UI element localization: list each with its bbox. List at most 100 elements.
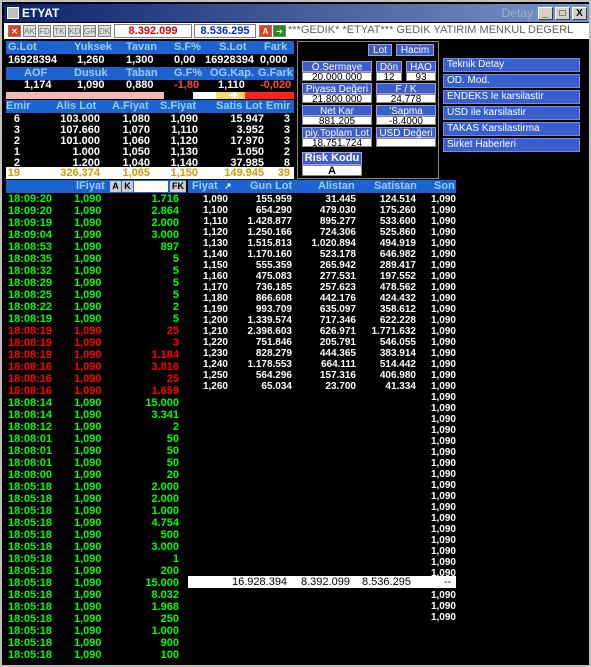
sf-header: S.F% xyxy=(174,41,201,53)
right-menu-item[interactable]: Teknik Detay xyxy=(443,58,580,72)
son-cell: 1,090 xyxy=(430,458,456,469)
dk-button[interactable]: DK xyxy=(98,25,111,37)
window-title: ETYAT xyxy=(22,6,60,20)
depth-row: 1,200 1.339.574 717.346 622.228 1,090 xyxy=(194,315,456,326)
son-cell: 1,090 xyxy=(430,502,456,513)
depth-cell: 1.515.813 xyxy=(247,238,293,249)
trade-qty: 50 xyxy=(166,433,179,445)
son-cell: 1,090 xyxy=(430,535,456,546)
hacim-button[interactable]: Hacim xyxy=(396,44,434,56)
trade-qty: 5 xyxy=(172,277,179,289)
a-toggle[interactable]: A xyxy=(110,181,121,192)
dusuk-header: Dusuk xyxy=(74,67,108,79)
trade-row: 18:05:18 1,090 8.032 xyxy=(8,590,183,601)
kd-button[interactable]: KD xyxy=(68,25,81,37)
toplam-lot-label: piy.Toplam Lot xyxy=(302,127,372,139)
o-sermaye-label: Ö.Sermaye xyxy=(302,61,372,73)
right-menu-item[interactable]: ENDEKS le karsilastir xyxy=(443,90,580,104)
depth-alistan-header[interactable]: Alistan xyxy=(318,180,355,193)
trade-row: 18:08:01 1,090 50 xyxy=(8,446,183,457)
depth-row: 1,090 155.959 31.445 124.514 1,090 xyxy=(194,194,456,205)
depth-fiyat-header[interactable]: Fiyat xyxy=(192,180,218,193)
ak-button[interactable]: AK xyxy=(23,25,36,37)
depth-cell: 626.971 xyxy=(319,326,356,337)
depth-cell: 717.346 xyxy=(319,315,356,326)
usd-degeri-button[interactable]: USD Değeri xyxy=(376,127,436,139)
depth-gunlot-header[interactable]: Gun Lot xyxy=(250,180,292,193)
trade-time: 18:08:01 xyxy=(8,445,53,457)
close-icon[interactable]: ✕ xyxy=(8,25,21,37)
depth-cell: 1,140 xyxy=(202,249,228,260)
dusuk-value: 1,090 xyxy=(77,79,105,91)
k-toggle[interactable]: K xyxy=(122,181,133,192)
depth-cell: 1,170 xyxy=(202,282,228,293)
depth-cell: 564.296 xyxy=(255,370,292,381)
trades-filter-input[interactable] xyxy=(134,181,168,192)
aof-value: 1,174 xyxy=(24,79,52,91)
yuksek-header: Yuksek xyxy=(74,41,112,53)
title-bar[interactable]: ETYAT Detay _ □ X xyxy=(4,4,589,22)
trade-qty: 250 xyxy=(160,613,179,625)
depth-cell: 1,260 xyxy=(202,381,228,392)
trade-qty: 200 xyxy=(160,565,179,577)
fark-header: Fark xyxy=(264,41,288,53)
trade-row: 18:05:18 1,090 100 xyxy=(8,650,183,661)
trade-price: 1,090 xyxy=(74,289,102,301)
depth-cell: 1.170.160 xyxy=(247,249,293,260)
depth-satistan-header[interactable]: Satistan xyxy=(374,180,417,193)
trade-price: 1,090 xyxy=(74,493,102,505)
a-button[interactable]: A xyxy=(259,25,272,37)
trade-row: 18:05:18 1,090 2.000 xyxy=(8,494,183,505)
fd-button[interactable]: FD xyxy=(38,25,51,37)
trade-row: 18:08:19 1,090 1.184 xyxy=(8,350,183,361)
son-cell: 1,090 xyxy=(430,513,456,524)
trade-row: 18:08:25 1,090 5 xyxy=(8,290,183,301)
ogkap-header: OG.Kap. xyxy=(210,67,255,79)
depth-row: 1,180 866.608 442.176 424.432 1,090 xyxy=(194,293,456,304)
right-menu-item[interactable]: USD ile karsilastir xyxy=(443,106,580,120)
maximize-button[interactable]: □ xyxy=(555,7,570,20)
trade-price: 1,090 xyxy=(74,361,102,373)
trade-row: 18:08:29 1,090 5 xyxy=(8,278,183,289)
right-menu-item[interactable]: Sirket Haberleri xyxy=(443,138,580,152)
depth-cell: 555.359 xyxy=(255,260,292,271)
close-button[interactable]: X xyxy=(572,7,587,20)
depth-cell: 533.600 xyxy=(379,216,416,227)
depth-cell: 442.176 xyxy=(319,293,356,304)
lot-button[interactable]: Lot xyxy=(368,44,392,56)
depth-cell: 358.612 xyxy=(379,304,416,315)
right-menu-item[interactable]: TAKAS Karsilastirma xyxy=(443,122,580,136)
depth-cell: 1,090 xyxy=(430,227,456,238)
tk-button[interactable]: TK xyxy=(53,25,66,37)
sort-icon[interactable]: ↗ xyxy=(224,180,232,193)
gr-button[interactable]: GR xyxy=(83,25,96,37)
depth-cell: 736.185 xyxy=(255,282,292,293)
son-cell: 1,090 xyxy=(430,601,456,612)
depth-header: Fiyat ↗ Gun Lot Alistan Satistan Son xyxy=(188,180,456,193)
trade-price: 1,090 xyxy=(74,625,102,637)
trade-row: 18:08:14 1,090 15.000 xyxy=(8,398,183,409)
right-menu-item[interactable]: OD. Mod. xyxy=(443,74,580,88)
depth-cell: 1.428.877 xyxy=(247,216,293,227)
arrow-right-icon[interactable]: ➔ xyxy=(273,25,286,37)
taban-value: 0,880 xyxy=(126,79,154,91)
trade-time: 18:08:00 xyxy=(8,469,53,481)
trade-row: 18:08:16 1,090 3.816 xyxy=(8,362,183,373)
depth-son-header[interactable]: Son xyxy=(434,180,455,193)
depth-cell: 1,210 xyxy=(202,326,228,337)
trade-row: 18:05:18 1,090 200 xyxy=(8,566,183,577)
depth-cell: 1,200 xyxy=(202,315,228,326)
son-cell: 1,090 xyxy=(430,436,456,447)
trade-time: 18:08:32 xyxy=(8,265,53,277)
depth-row: 1,210 2.398.603 626.971 1.771.632 1,090 xyxy=(194,326,456,337)
minimize-button[interactable]: _ xyxy=(538,7,553,20)
fk-toggle[interactable]: FK xyxy=(170,181,186,192)
son-cell: 1,090 xyxy=(430,524,456,535)
orderbook-total-cell: 19 xyxy=(7,167,20,179)
hao-value: 93 xyxy=(406,72,436,83)
trade-qty: 1.968 xyxy=(151,601,179,613)
son-cell: 1,090 xyxy=(430,612,456,623)
trade-time: 18:09:20 xyxy=(8,205,53,217)
trade-qty: 897 xyxy=(160,241,179,253)
o-sermaye-value: 20.000.000 xyxy=(302,72,372,83)
